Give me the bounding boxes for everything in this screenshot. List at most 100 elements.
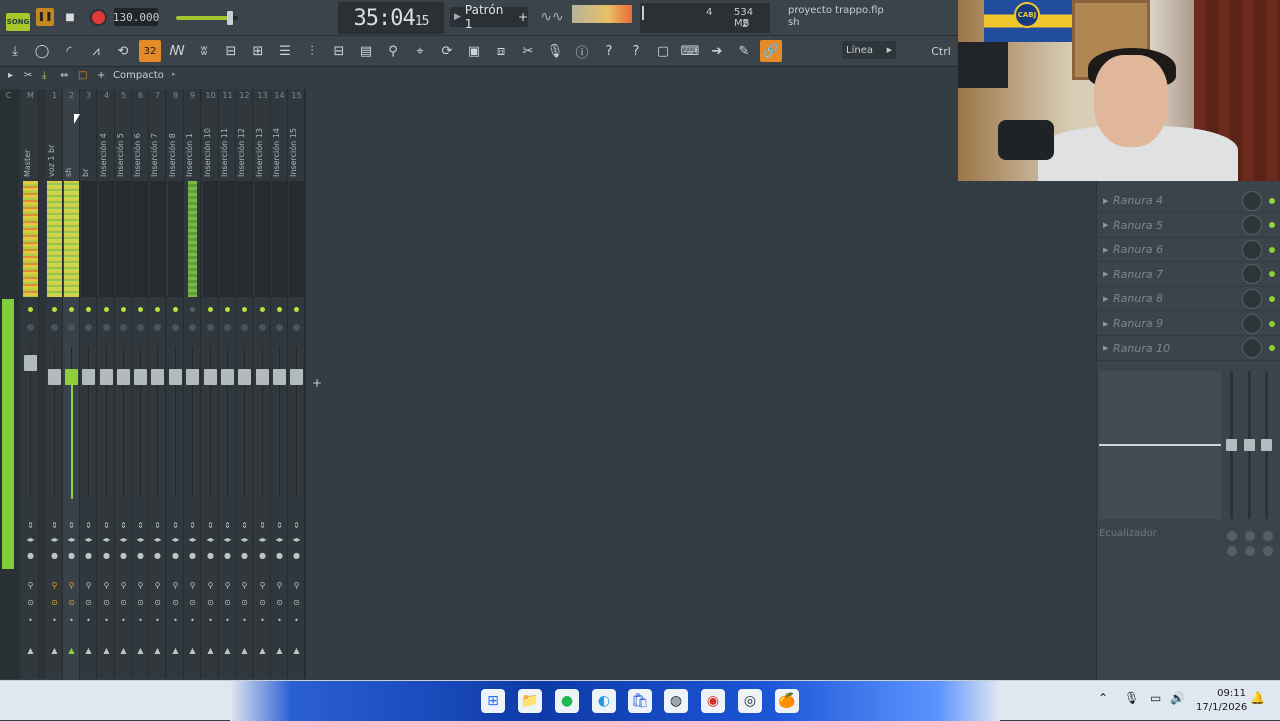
slot-mix-knob[interactable] [1242,264,1262,285]
route-arrow-icon[interactable]: ▲ [49,646,60,655]
eq-knob[interactable] [1263,546,1273,556]
slot-enable-led[interactable] [1269,197,1275,204]
mute-led[interactable] [104,307,109,312]
insert-strip[interactable]: 7 Inserción 7 ⇕ ◂▸ ● ⚲ ⊙ • ▲ [149,89,166,679]
stereo-icon[interactable]: ◂▸ [187,535,198,544]
route-icon[interactable]: ⊙ [25,598,36,607]
piano-icon[interactable]: ⊞ [247,40,269,62]
mute-led[interactable] [86,307,91,312]
github-icon[interactable]: ◎ [738,689,762,713]
route-icon[interactable]: ⊙ [291,598,302,607]
mute-led[interactable] [173,307,178,312]
lock-icon[interactable]: ⚲ [49,581,60,590]
swap-icon[interactable]: ⇕ [49,521,60,530]
swap-icon[interactable]: ⇕ [205,521,216,530]
swap-icon[interactable]: ⇕ [83,521,94,530]
record-arm-icon[interactable]: ● [239,551,250,560]
record-arm-icon[interactable]: ● [101,551,112,560]
lock-icon[interactable]: ⚲ [187,581,198,590]
fx-slot[interactable]: ▶ Ranura 5 [1097,214,1280,238]
question-icon[interactable]: ? [625,40,647,62]
slot-arrow-icon[interactable]: ▶ [1103,197,1108,205]
mixer-view-label[interactable]: Compacto [113,70,164,81]
song-time-display[interactable]: 35:04 15 [338,2,444,34]
volume-fader[interactable] [82,369,95,385]
pan-knob[interactable] [259,324,266,331]
route-icon[interactable]: ⊙ [170,598,181,607]
insert-strip[interactable]: 11 Inserción 11 ⇕ ◂▸ ● ⚲ ⊙ • ▲ [219,89,236,679]
keyboard-icon[interactable]: ⌨ [679,40,701,62]
mute-led[interactable] [69,307,74,312]
stereo-icon[interactable]: ◂▸ [135,535,146,544]
swap-icon[interactable]: ⇕ [101,521,112,530]
stereo-icon[interactable]: ʬ [193,40,215,62]
dot-icon[interactable]: • [101,616,112,625]
route-arrow-icon[interactable]: ▲ [152,646,163,655]
window-icon[interactable]: ▢ [652,40,674,62]
lock-icon[interactable]: ⚲ [205,581,216,590]
start-icon[interactable]: ⊞ [481,689,505,713]
slot-arrow-icon[interactable]: ▶ [1103,270,1108,278]
stereo-icon[interactable]: ◂▸ [66,535,77,544]
snap-selector[interactable]: Línea ▶ [842,41,896,59]
dot-icon[interactable]: • [205,616,216,625]
insert-strip[interactable]: 14 Inserción 14 ⇕ ◂▸ ● ⚲ ⊙ • ▲ [271,89,288,679]
volume-fader[interactable] [221,369,234,385]
stereo-icon[interactable]: ◂▸ [49,535,60,544]
stereo-icon[interactable]: ◂▸ [83,535,94,544]
tempo-display[interactable]: 130.000 [113,8,159,26]
stereo-icon[interactable]: ◂▸ [170,535,181,544]
insert-strip[interactable]: 3 br ⇕ ◂▸ ● ⚲ ⊙ • ▲ [80,89,97,679]
arrow-icon[interactable]: ➔ [706,40,728,62]
volume-fader[interactable] [100,369,113,385]
lock-icon[interactable]: ⚲ [101,581,112,590]
clock[interactable]: 09:11 17/1/2026 [1196,687,1247,715]
route-icon[interactable]: ⊙ [135,598,146,607]
swap-icon[interactable]: ⇕ [187,521,198,530]
lock-icon[interactable]: ⚲ [291,581,302,590]
mute-led[interactable] [121,307,126,312]
swap-icon[interactable]: ⇕ [239,521,250,530]
notification-bell-icon[interactable]: 🔔 [1250,691,1265,705]
mixer-tool-icon[interactable]: ✂ [24,70,32,81]
slot-mix-knob[interactable] [1242,215,1262,236]
route-arrow-icon[interactable]: ▲ [83,646,94,655]
insert-strip[interactable]: 15 Inserción 15 ⇕ ◂▸ ● ⚲ ⊙ • ▲ [288,89,305,679]
volume-fader[interactable] [65,369,78,385]
volume-icon[interactable]: 🔊 [1170,691,1185,705]
dot-icon[interactable]: • [49,616,60,625]
record-arm-icon[interactable]: ● [66,551,77,560]
lock-icon[interactable]: ⚲ [83,581,94,590]
route-icon[interactable]: ⊙ [83,598,94,607]
volume-fader[interactable] [256,369,269,385]
slot-mix-knob[interactable] [1242,239,1262,260]
volume-fader[interactable] [169,369,182,385]
insert-strip[interactable]: 10 Inserción 10 ⇕ ◂▸ ● ⚲ ⊙ • ▲ [202,89,219,679]
pan-knob[interactable] [276,324,283,331]
fx-slot[interactable]: ▶ Ranura 4 [1097,189,1280,213]
record-arm-icon[interactable]: ● [49,551,60,560]
slot-mix-knob[interactable] [1242,313,1262,334]
insert-strip[interactable]: 2 sh ⇕ ◂▸ ● ⚲ ⊙ • ▲ [63,89,80,679]
master-volume-slider[interactable] [176,11,238,25]
route-arrow-icon[interactable]: ▲ [205,646,216,655]
stereo-icon[interactable]: ◂▸ [152,535,163,544]
scissors-icon[interactable]: ✂ [517,40,539,62]
mute-led[interactable] [208,307,213,312]
lock-icon[interactable]: ⚲ [222,581,233,590]
pan-knob[interactable] [224,324,231,331]
mute-led[interactable] [294,307,299,312]
slot-enable-led[interactable] [1269,246,1275,253]
cpu-monitor[interactable]: 4 534 MB 2 [640,3,770,33]
insert-strip[interactable]: 8 Inserción 8 ⇕ ◂▸ ● ⚲ ⊙ • ▲ [167,89,184,679]
volume-fader[interactable] [186,369,199,385]
record-arm-icon[interactable]: ● [187,551,198,560]
volume-fader[interactable] [273,369,286,385]
swap-icon[interactable]: ⇕ [152,521,163,530]
32-step-icon[interactable]: 32 [139,40,161,62]
record-arm-icon[interactable]: ● [25,551,36,560]
stereo-icon[interactable]: ◂▸ [118,535,129,544]
eq-band-fader[interactable] [1261,439,1272,451]
fx-slot[interactable]: ▶ Ranura 10 [1097,337,1280,361]
slot-arrow-icon[interactable]: ▶ [1103,344,1108,352]
